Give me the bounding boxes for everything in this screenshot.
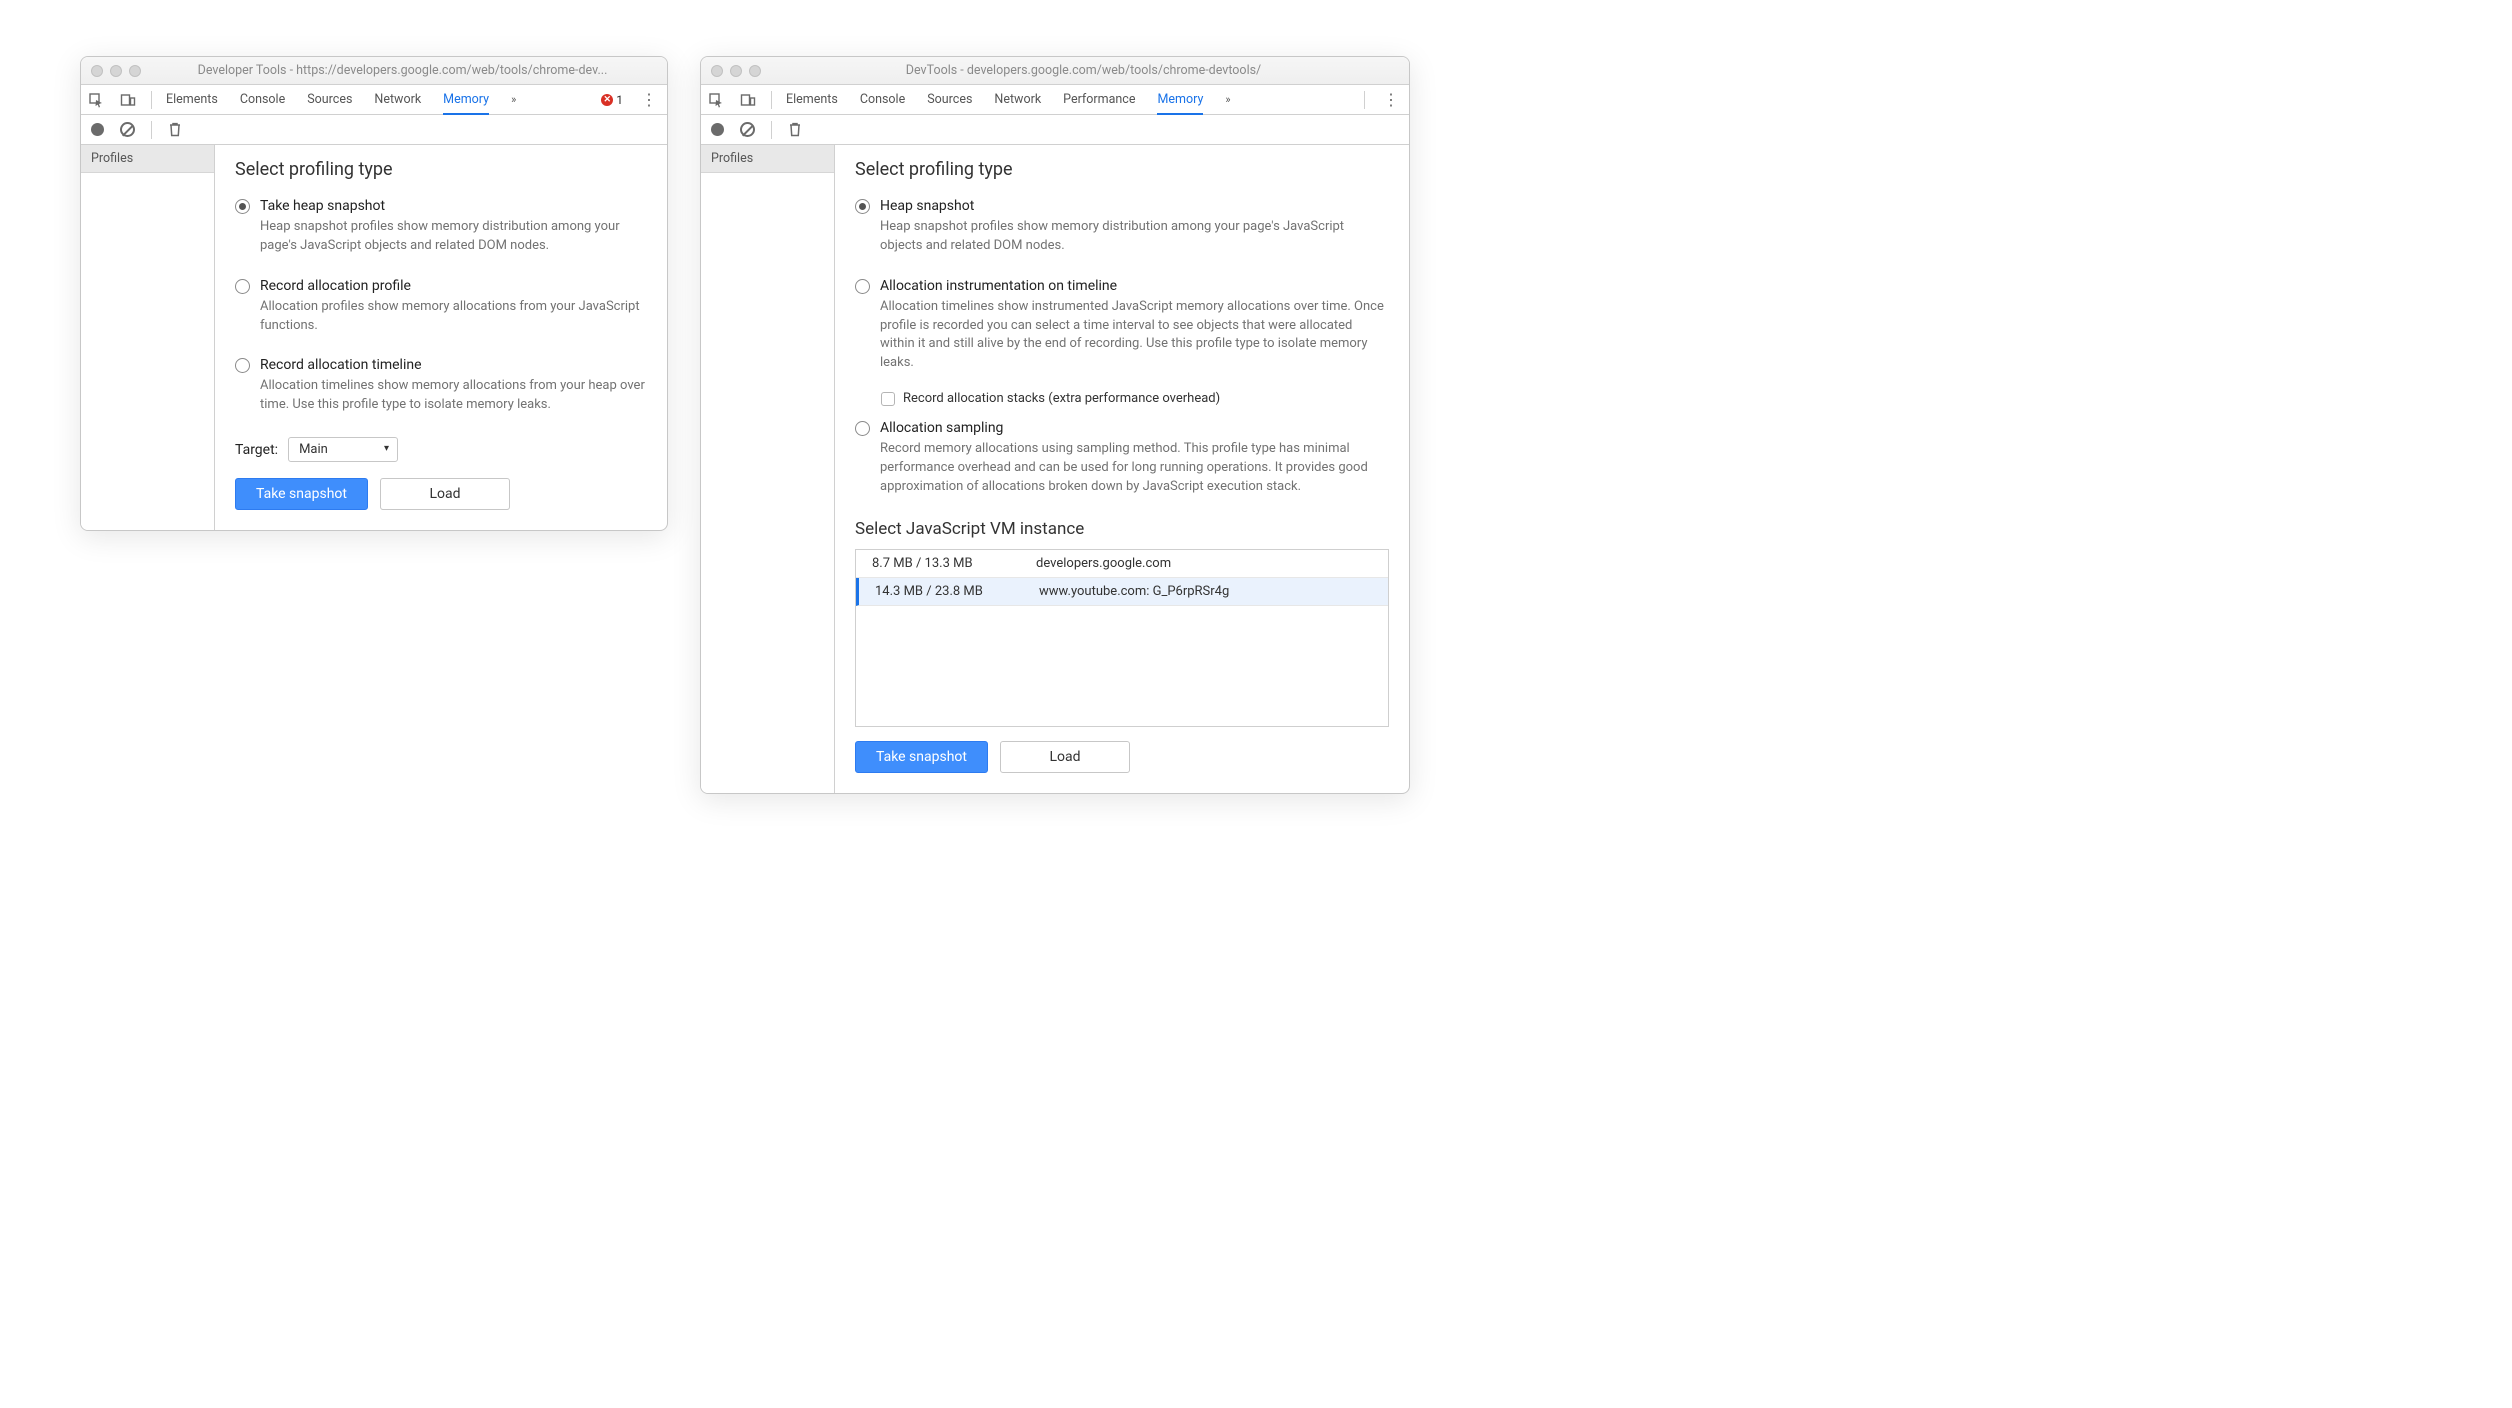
devtools-window-right: DevTools - developers.google.com/web/too…	[700, 56, 1410, 794]
overflow-tabs-icon[interactable]: »	[511, 93, 516, 106]
window-title: Developer Tools - https://developers.goo…	[148, 63, 657, 78]
devtools-window-left: Developer Tools - https://developers.goo…	[80, 56, 668, 531]
overflow-tabs-icon[interactable]: »	[1225, 93, 1230, 106]
target-select[interactable]: Main	[288, 437, 398, 462]
tab-network[interactable]: Network	[994, 92, 1041, 107]
option-allocation-timeline[interactable]: Allocation instrumentation on timeline A…	[855, 278, 1389, 387]
sidebar-heading-profiles: Profiles	[701, 145, 834, 173]
option-heap-snapshot[interactable]: Heap snapshot Heap snapshot profiles sho…	[855, 198, 1389, 270]
option-heap-snapshot[interactable]: Take heap snapshot Heap snapshot profile…	[235, 198, 647, 270]
radio-icon[interactable]	[235, 199, 250, 214]
radio-icon[interactable]	[235, 279, 250, 294]
tab-performance[interactable]: Performance	[1063, 92, 1135, 107]
take-snapshot-button[interactable]: Take snapshot	[855, 741, 988, 773]
vm-memory: 8.7 MB / 13.3 MB	[856, 556, 1016, 571]
traffic-light-close-icon[interactable]	[91, 65, 103, 77]
vm-name: www.youtube.com: G_P6rpRSr4g	[1019, 584, 1229, 599]
vm-memory: 14.3 MB / 23.8 MB	[859, 584, 1019, 599]
radio-icon[interactable]	[855, 421, 870, 436]
tab-elements[interactable]: Elements	[786, 92, 838, 107]
option-title: Allocation sampling	[880, 420, 1389, 436]
radio-icon[interactable]	[855, 199, 870, 214]
settings-menu-icon[interactable]: ⋮	[1379, 92, 1403, 108]
tab-console[interactable]: Console	[240, 92, 285, 107]
devtools-tabbar: Elements Console Sources Network Perform…	[701, 85, 1409, 115]
device-toolbar-icon[interactable]	[739, 92, 757, 108]
sub-option-label: Record allocation stacks (extra performa…	[903, 391, 1220, 406]
vm-table: 8.7 MB / 13.3 MB developers.google.com 1…	[855, 549, 1389, 727]
traffic-light-zoom-icon[interactable]	[129, 65, 141, 77]
trash-icon[interactable]	[788, 122, 802, 137]
option-description: Allocation profiles show memory allocati…	[260, 298, 647, 336]
radio-icon[interactable]	[855, 279, 870, 294]
option-description: Heap snapshot profiles show memory distr…	[260, 218, 647, 256]
tab-list: Elements Console Sources Network Memory …	[166, 92, 587, 108]
take-snapshot-button[interactable]: Take snapshot	[235, 478, 368, 510]
vm-empty-area	[856, 606, 1388, 726]
option-description: Allocation timelines show memory allocat…	[260, 377, 647, 415]
tab-elements[interactable]: Elements	[166, 92, 218, 107]
traffic-light-minimize-icon[interactable]	[110, 65, 122, 77]
memory-toolbar	[701, 115, 1409, 145]
target-label: Target:	[235, 442, 278, 458]
tab-memory[interactable]: Memory	[443, 92, 489, 115]
trash-icon[interactable]	[168, 122, 182, 137]
record-icon[interactable]	[711, 123, 724, 136]
traffic-light-minimize-icon[interactable]	[730, 65, 742, 77]
page-title: Select profiling type	[235, 159, 647, 180]
sidebar: Profiles	[701, 145, 835, 793]
clear-icon[interactable]	[120, 122, 135, 137]
sidebar-heading-profiles: Profiles	[81, 145, 214, 173]
inspect-element-icon[interactable]	[707, 92, 725, 108]
option-title: Record allocation profile	[260, 278, 647, 294]
load-button[interactable]: Load	[1000, 741, 1130, 773]
traffic-light-zoom-icon[interactable]	[749, 65, 761, 77]
traffic-light-close-icon[interactable]	[711, 65, 723, 77]
window-title: DevTools - developers.google.com/web/too…	[768, 63, 1399, 78]
option-description: Allocation timelines show instrumented J…	[880, 298, 1389, 373]
vm-heading: Select JavaScript VM instance	[855, 519, 1389, 539]
sidebar: Profiles	[81, 145, 215, 530]
option-title: Allocation instrumentation on timeline	[880, 278, 1389, 294]
option-title: Heap snapshot	[880, 198, 1389, 214]
page-title: Select profiling type	[855, 159, 1389, 180]
inspect-element-icon[interactable]	[87, 92, 105, 108]
main-panel: Select profiling type Heap snapshot Heap…	[835, 145, 1409, 793]
record-icon[interactable]	[91, 123, 104, 136]
vm-name: developers.google.com	[1016, 556, 1171, 571]
option-allocation-sampling[interactable]: Allocation sampling Record memory alloca…	[855, 420, 1389, 511]
memory-toolbar	[81, 115, 667, 145]
error-badge-icon: ✕	[601, 94, 613, 106]
option-title: Take heap snapshot	[260, 198, 647, 214]
target-row: Target: Main	[235, 437, 647, 462]
tab-list: Elements Console Sources Network Perform…	[786, 92, 1350, 108]
radio-icon[interactable]	[235, 358, 250, 373]
error-counter[interactable]: ✕ 1	[601, 93, 623, 107]
clear-icon[interactable]	[740, 122, 755, 137]
option-allocation-profile[interactable]: Record allocation profile Allocation pro…	[235, 278, 647, 350]
settings-menu-icon[interactable]: ⋮	[637, 92, 661, 108]
main-panel: Select profiling type Take heap snapshot…	[215, 145, 667, 530]
vm-row[interactable]: 8.7 MB / 13.3 MB developers.google.com	[856, 550, 1388, 578]
option-description: Heap snapshot profiles show memory distr…	[880, 218, 1389, 256]
sub-option-record-stacks[interactable]: Record allocation stacks (extra performa…	[881, 391, 1389, 406]
titlebar: Developer Tools - https://developers.goo…	[81, 57, 667, 85]
tab-sources[interactable]: Sources	[927, 92, 972, 107]
option-description: Record memory allocations using sampling…	[880, 440, 1389, 497]
option-title: Record allocation timeline	[260, 357, 647, 373]
vm-row[interactable]: 14.3 MB / 23.8 MB www.youtube.com: G_P6r…	[856, 578, 1388, 606]
option-allocation-timeline[interactable]: Record allocation timeline Allocation ti…	[235, 357, 647, 429]
tab-network[interactable]: Network	[374, 92, 421, 107]
tab-memory[interactable]: Memory	[1157, 92, 1203, 115]
tab-sources[interactable]: Sources	[307, 92, 352, 107]
device-toolbar-icon[interactable]	[119, 92, 137, 108]
titlebar: DevTools - developers.google.com/web/too…	[701, 57, 1409, 85]
load-button[interactable]: Load	[380, 478, 510, 510]
devtools-tabbar: Elements Console Sources Network Memory …	[81, 85, 667, 115]
error-count: 1	[616, 93, 623, 107]
tab-console[interactable]: Console	[860, 92, 905, 107]
checkbox-icon[interactable]	[881, 392, 895, 406]
